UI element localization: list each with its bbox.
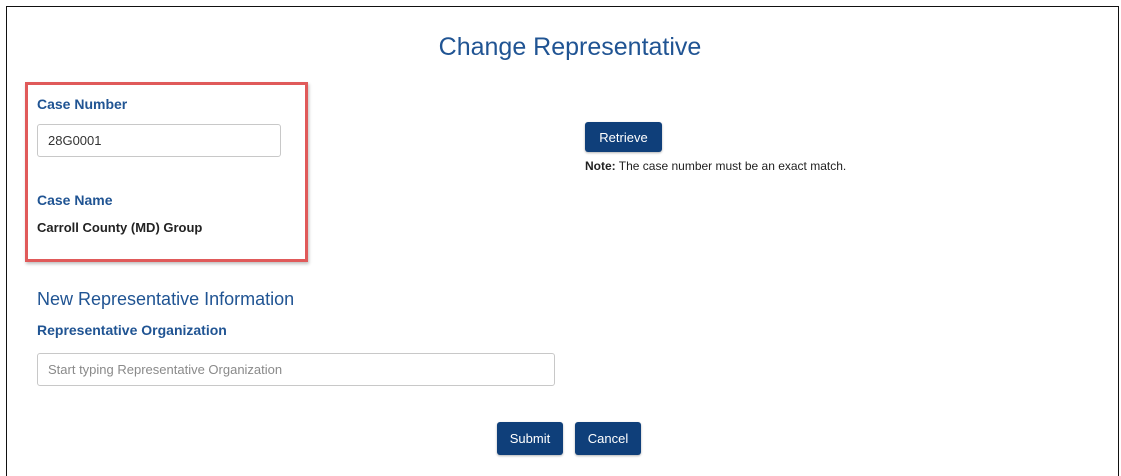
representative-organization-input[interactable] [37, 353, 555, 386]
case-number-input[interactable] [37, 124, 281, 157]
case-name-value: Carroll County (MD) Group [37, 220, 203, 235]
note-text: The case number must be an exact match. [615, 159, 847, 173]
retrieve-note: Note: The case number must be an exact m… [585, 159, 846, 173]
case-number-label: Case Number [37, 96, 128, 112]
new-representative-heading: New Representative Information [37, 289, 295, 309]
note-prefix: Note: [585, 159, 616, 173]
cancel-button[interactable]: Cancel [575, 422, 641, 455]
case-name-label: Case Name [37, 192, 113, 208]
representative-organization-label: Representative Organization [37, 322, 227, 338]
page-title: Change Representative [438, 33, 702, 61]
retrieve-button[interactable]: Retrieve [585, 122, 662, 152]
submit-button[interactable]: Submit [497, 422, 563, 455]
